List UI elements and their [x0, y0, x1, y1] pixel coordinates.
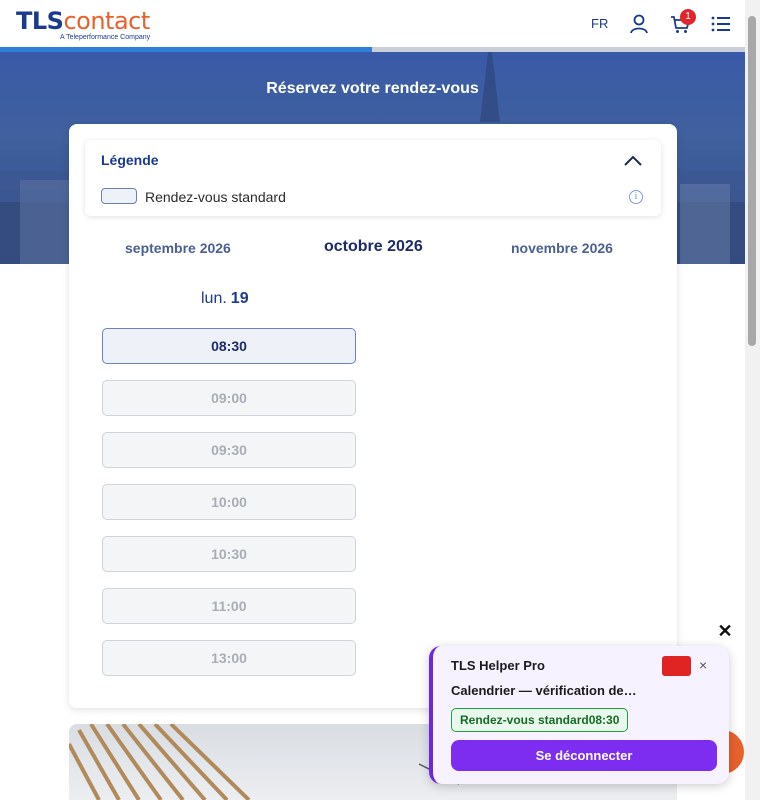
menu-list-icon[interactable]: [710, 13, 732, 35]
time-slot: 10:00: [102, 484, 356, 520]
month-navigation: septembre 2026 octobre 2026 novembre 202…: [69, 238, 677, 264]
logout-button[interactable]: Se déconnecter: [451, 740, 717, 771]
standard-slot-swatch: [101, 188, 137, 204]
helper-status-text: Calendrier — vérification des créneaux: [451, 683, 637, 698]
time-slot: 09:30: [102, 432, 356, 468]
tls-helper-panel: TLS Helper Pro × Calendrier — vérificati…: [429, 646, 729, 784]
legend-panel: Légende Rendez-vous standard i: [85, 140, 661, 216]
day-name: lun.: [201, 290, 227, 307]
logo-tls-text: TLS: [16, 7, 64, 35]
chevron-up-icon[interactable]: [622, 152, 644, 168]
month-next[interactable]: novembre 2026: [511, 240, 613, 256]
time-slot: 11:00: [102, 588, 356, 624]
language-selector[interactable]: FR: [591, 16, 608, 31]
info-icon[interactable]: i: [629, 190, 643, 204]
helper-red-button[interactable]: [662, 656, 691, 676]
time-slot: 13:00: [102, 640, 356, 676]
month-prev[interactable]: septembre 2026: [125, 240, 231, 256]
logo-tagline: A Teleperformance Company: [60, 34, 151, 41]
close-icon[interactable]: ✕: [717, 622, 733, 640]
time-slot[interactable]: 08:30: [102, 328, 356, 364]
helper-title: TLS Helper Pro: [451, 658, 545, 673]
logo-contact-text: contact: [63, 7, 150, 35]
top-header: TLScontact A Teleperformance Company FR …: [0, 0, 745, 48]
tlscontact-logo[interactable]: TLScontact A Teleperformance Company: [16, 9, 150, 41]
page-title: Réservez votre rendez-vous: [266, 80, 479, 97]
helper-slot-badge: Rendez-vous standard08:30: [451, 708, 629, 732]
cart-count-badge: 1: [680, 9, 696, 25]
day-number: 19: [230, 290, 249, 307]
month-current: octobre 2026: [324, 238, 423, 255]
time-slot: 10:30: [102, 536, 356, 572]
scrollbar-thumb[interactable]: [748, 16, 756, 346]
day-heading: lun. 19: [201, 290, 249, 308]
vertical-scrollbar[interactable]: [745, 0, 760, 800]
time-slot: 09:00: [102, 380, 356, 416]
legend-title: Légende: [101, 152, 159, 168]
helper-close-icon[interactable]: ×: [699, 657, 707, 673]
legend-item-label: Rendez-vous standard: [145, 189, 286, 205]
booking-card: Légende Rendez-vous standard i septembre…: [69, 124, 677, 708]
user-icon[interactable]: [628, 13, 650, 35]
